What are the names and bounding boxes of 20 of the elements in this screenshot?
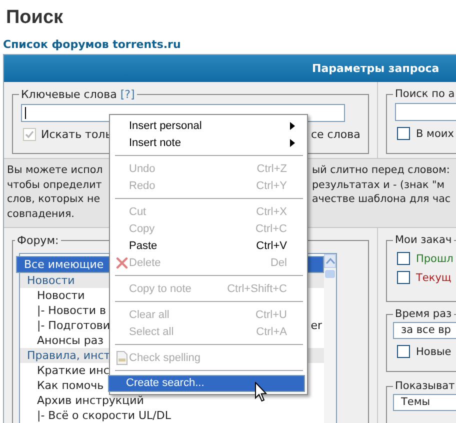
fieldset-legend: Форум:	[17, 234, 59, 247]
checkbox-label: Прошл	[416, 252, 454, 264]
fieldset-legend: Показыват	[395, 380, 455, 392]
fieldset-legend: Ключевые слова	[21, 88, 117, 101]
page-title: Поиск	[5, 6, 64, 30]
checkbox-label: Текущ	[416, 272, 452, 284]
hint-text: совпадения.	[7, 206, 74, 221]
fieldset-legend: Мои закач	[395, 234, 452, 246]
panel-header: Параметры запроса	[4, 55, 456, 82]
hint-text: ачестве шаблона для час	[312, 192, 451, 206]
hint-text: слов, которых не	[7, 192, 100, 206]
fieldset-legend: Время раз	[395, 308, 452, 320]
checkbox-label: Новые	[416, 346, 452, 358]
checkbox-label: В моих	[416, 128, 454, 140]
hint-text: результатах и - (знак "м	[312, 178, 445, 192]
hint-text: чтобы определит	[7, 178, 102, 192]
hint-text: ый слитно перед словом:	[312, 163, 450, 178]
fieldset-legend: Поиск по а	[395, 88, 455, 100]
checkbox-label: се слова	[311, 128, 360, 141]
hint-text: Вы можете испол	[7, 163, 103, 178]
